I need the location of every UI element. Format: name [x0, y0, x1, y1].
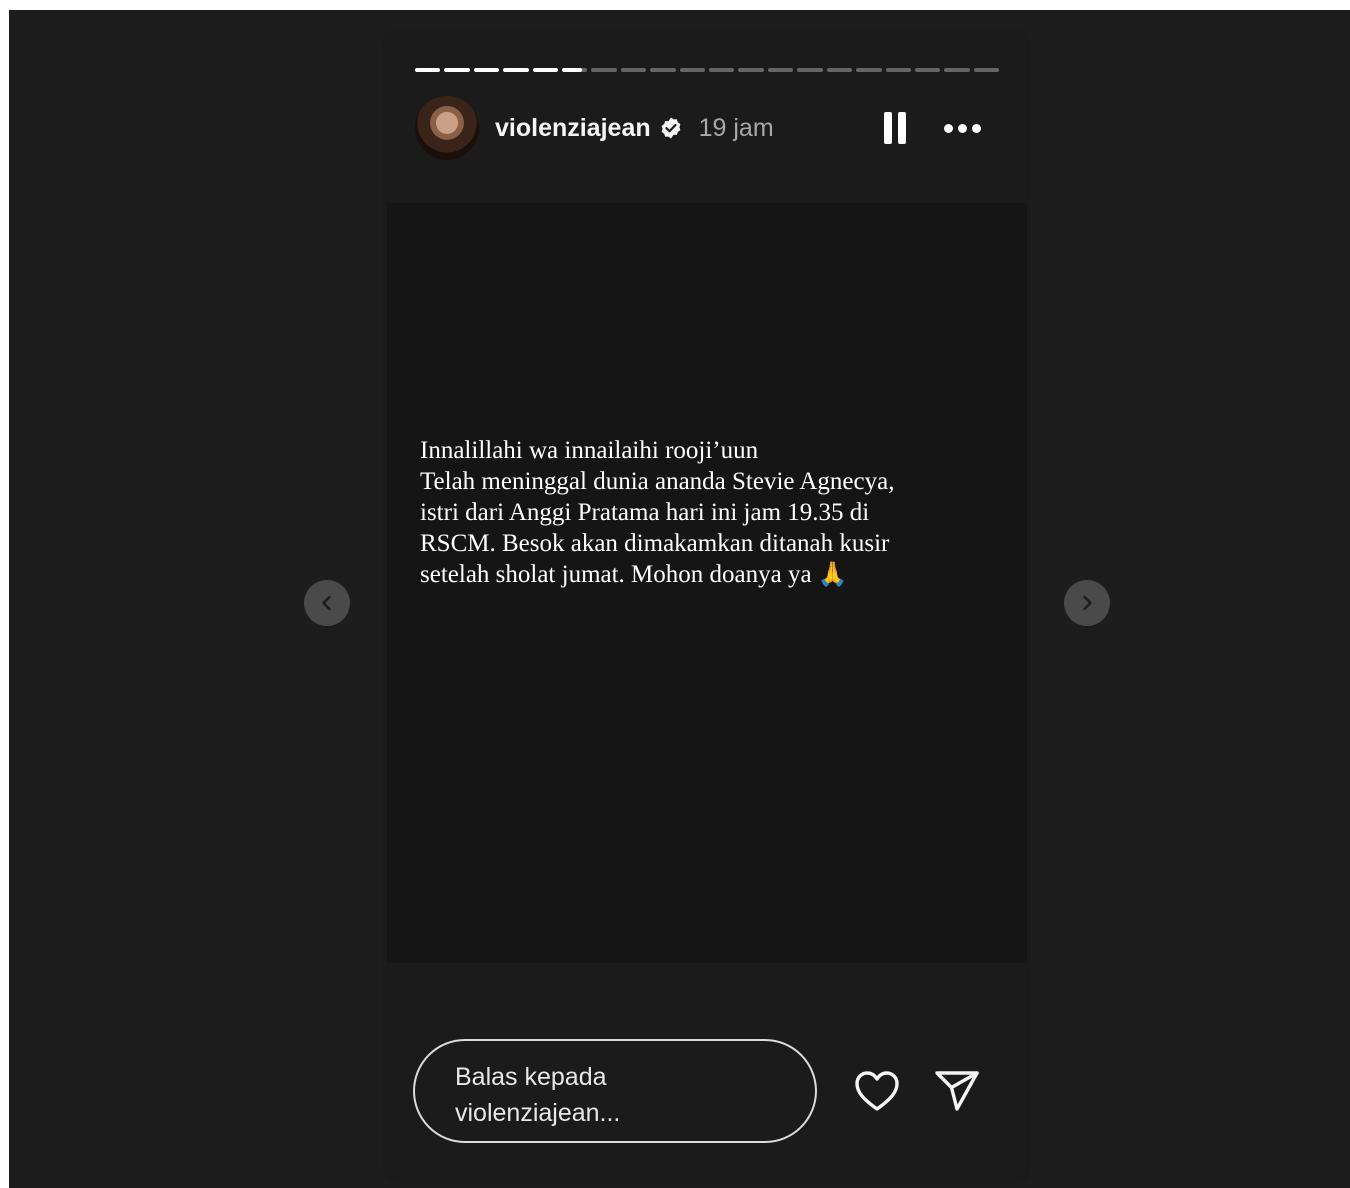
progress-segment: [709, 68, 735, 72]
progress-segment: [738, 68, 764, 72]
progress-segment: [973, 68, 1000, 72]
story-progress-bar: [415, 68, 1000, 72]
progress-segment: [679, 68, 706, 72]
progress-segment: [944, 68, 970, 72]
story-card: violenziajean 19 jam Innalillahi wa inna…: [383, 28, 1031, 1183]
progress-segment: [503, 68, 529, 72]
progress-segment: [650, 68, 676, 72]
avatar[interactable]: [415, 96, 479, 160]
story-controls: [884, 112, 981, 144]
reply-input[interactable]: Balas kepada violenziajean...: [413, 1039, 817, 1143]
progress-segment: [415, 68, 441, 72]
progress-segment: [797, 68, 823, 72]
progress-segment: [856, 68, 882, 72]
send-icon[interactable]: [933, 1069, 981, 1113]
reply-placeholder-line: Balas kepada: [455, 1063, 607, 1091]
progress-segment: [591, 68, 617, 72]
more-icon: [944, 123, 953, 133]
progress-fill: [503, 68, 529, 72]
previous-story-button[interactable]: [304, 580, 350, 626]
progress-fill: [532, 68, 559, 72]
progress-fill: [444, 68, 470, 72]
progress-segment: [767, 68, 794, 72]
progress-segment: [914, 68, 941, 72]
caption-line: Innalillahi wa innailaihi rooji’uun: [420, 437, 759, 464]
heart-icon[interactable]: [853, 1069, 901, 1113]
progress-segment: [620, 68, 647, 72]
caption-line: setelah sholat jumat. Mohon doanya ya 🙏: [420, 560, 848, 588]
more-options-button[interactable]: [944, 123, 981, 133]
pause-button[interactable]: [884, 112, 908, 144]
caption-line: RSCM. Besok akan dimakamkan ditanah kusi…: [420, 530, 890, 557]
progress-segment: [885, 68, 911, 72]
story-footer: Balas kepada violenziajean...: [413, 1039, 1003, 1147]
chevron-right-icon: [1083, 595, 1092, 611]
verified-badge-icon: [661, 117, 681, 139]
progress-fill: [415, 68, 441, 72]
username[interactable]: violenziajean: [495, 114, 651, 143]
next-story-button[interactable]: [1064, 580, 1110, 626]
story-viewer: violenziajean 19 jam Innalillahi wa inna…: [9, 10, 1350, 1188]
progress-fill: [562, 68, 583, 72]
story-caption: Innalillahi wa innailaihi rooji’uun Tela…: [420, 435, 1000, 590]
caption-line: istri dari Anggi Pratama hari ini jam 19…: [420, 499, 870, 526]
pray-emoji-icon: 🙏: [817, 560, 848, 588]
progress-segment: [532, 68, 559, 72]
pause-icon: [884, 112, 892, 144]
progress-segment: [473, 68, 500, 72]
post-time: 19 jam: [698, 113, 774, 142]
reply-placeholder-line: violenziajean...: [455, 1099, 621, 1127]
caption-line: Telah meninggal dunia ananda Stevie Agne…: [420, 468, 895, 495]
chevron-left-icon: [322, 595, 331, 611]
progress-segment: [562, 68, 588, 72]
progress-fill: [473, 68, 500, 72]
progress-segment: [826, 68, 853, 72]
progress-segment: [444, 68, 470, 72]
story-header: violenziajean 19 jam: [415, 96, 999, 160]
